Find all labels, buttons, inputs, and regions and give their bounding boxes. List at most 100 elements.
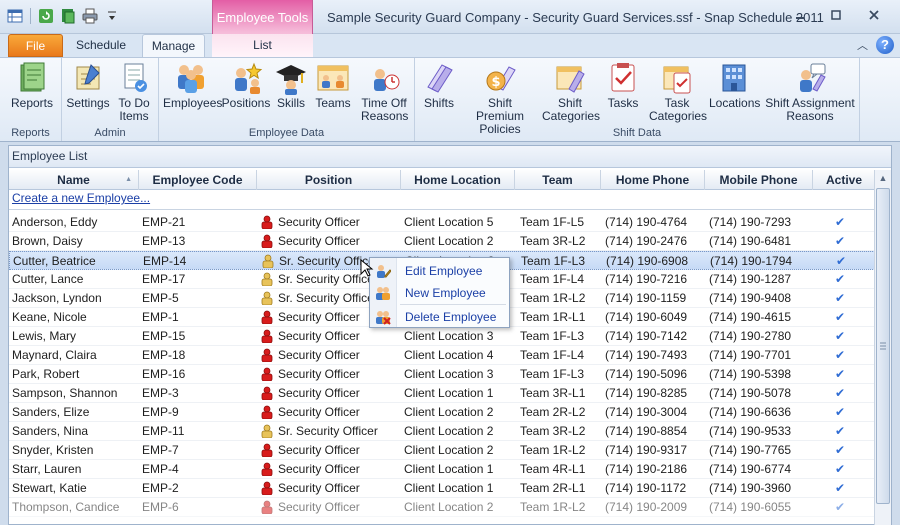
tab-list[interactable]: List [212, 34, 313, 57]
print-icon[interactable] [81, 7, 99, 25]
shift-premium-policies-button[interactable]: $ Shift Premium Policies [463, 61, 537, 136]
shift-categories-button[interactable]: Shift Categories [541, 61, 600, 123]
position-label: Security Officer [278, 481, 360, 495]
cell-home-location: Client Location 2 [404, 500, 494, 514]
column-header-name[interactable]: Name ▲ [9, 170, 139, 190]
table-row[interactable]: Stewart, Katie EMP-2 Security Officer Clien… [9, 479, 875, 498]
table-row[interactable]: Park, Robert EMP-16 Security Officer Client… [9, 365, 875, 384]
cell-name: Cutter, Beatrice [13, 254, 96, 268]
minimize-icon[interactable] [788, 6, 812, 24]
refresh-icon[interactable] [37, 7, 55, 25]
scroll-thumb[interactable] [876, 188, 890, 504]
delete-employee-icon [375, 309, 391, 325]
scroll-up-arrow-icon[interactable]: ▲ [875, 170, 891, 186]
cell-position: Security Officer [260, 460, 400, 478]
table-row[interactable]: Starr, Lauren EMP-4 Security Officer Client… [9, 460, 875, 479]
tab-schedule[interactable]: Schedule [66, 34, 136, 57]
cell-mobile-phone: (714) 190-9408 [709, 291, 792, 305]
active-check-icon: ✔ [835, 443, 846, 457]
teams-button[interactable]: Teams [311, 61, 355, 110]
cell-employee-code: EMP-17 [142, 272, 186, 286]
officer-icon [260, 348, 274, 363]
task-categories-button[interactable]: Task Categories [647, 61, 707, 123]
cell-home-phone: (714) 190-8285 [605, 386, 688, 400]
cell-home-phone: (714) 190-6908 [606, 254, 689, 268]
cell-position: Security Officer [260, 441, 400, 459]
tasks-button[interactable]: Tasks [603, 61, 643, 110]
cell-mobile-phone: (714) 190-6481 [709, 234, 792, 248]
create-new-employee-link[interactable]: Create a new Employee... [12, 191, 150, 205]
cell-name: Sanders, Nina [12, 424, 89, 438]
table-row[interactable]: Lewis, Mary EMP-15 Security Officer Client … [9, 327, 875, 346]
menu-separator [400, 304, 506, 305]
customize-qat-icon[interactable] [103, 7, 121, 25]
column-header-position[interactable]: Position [257, 170, 401, 190]
table-row[interactable]: Brown, Daisy EMP-13 Security Officer Client… [9, 232, 875, 251]
todo-items-button[interactable]: To Do Items [112, 61, 156, 123]
table-row[interactable]: Sanders, Nina EMP-11 Sr. Security Officer C… [9, 422, 875, 441]
table-row[interactable]: Sampson, Shannon EMP-3 Security Officer Cli… [9, 384, 875, 403]
settings-button-label: Settings [66, 96, 110, 110]
svg-text:$: $ [491, 75, 500, 90]
cell-team: Team 1F-L4 [520, 272, 585, 286]
menu-item-delete-employee[interactable]: Delete Employee [370, 306, 509, 328]
active-check-icon: ✔ [835, 481, 846, 495]
title-bar: Employee Tools Sample Security Guard Com… [0, 0, 900, 57]
tab-file[interactable]: File [8, 34, 63, 57]
collapse-ribbon-icon[interactable]: ︿ [857, 37, 868, 53]
menu-item-new-employee[interactable]: New Employee [370, 282, 509, 304]
cell-home-phone: (714) 190-6049 [605, 310, 688, 324]
shift-assignment-reasons-button[interactable]: Shift Assignment Reasons [763, 61, 857, 123]
cell-team: Team 1R-L2 [520, 291, 586, 305]
column-header-employee-code[interactable]: Employee Code [139, 170, 257, 190]
menu-item-edit-employee[interactable]: Edit Employee [370, 260, 509, 282]
table-row[interactable]: Maynard, Claira EMP-18 Security Officer Cli… [9, 346, 875, 365]
tab-manage[interactable]: Manage [142, 34, 205, 57]
cell-team: Team 1F-L5 [520, 215, 585, 229]
table-row[interactable]: Snyder, Kristen EMP-7 Security Officer Clie… [9, 441, 875, 460]
export-icon[interactable] [59, 7, 77, 25]
positions-button[interactable]: Positions [221, 61, 271, 110]
senior-officer-icon [260, 424, 274, 439]
column-header-team[interactable]: Team [515, 170, 601, 190]
cell-mobile-phone: (714) 190-6636 [709, 405, 792, 419]
vertical-scrollbar[interactable]: ▲ [874, 170, 891, 525]
column-header-home-location[interactable]: Home Location [401, 170, 515, 190]
close-icon[interactable] [862, 6, 886, 24]
senior-officer-icon [260, 272, 274, 287]
column-header-home-phone[interactable]: Home Phone [601, 170, 705, 190]
skills-button[interactable]: Skills [273, 61, 309, 110]
cell-position: Security Officer [260, 498, 400, 516]
employees-button[interactable]: Employees [163, 61, 222, 110]
shifts-button[interactable]: Shifts [419, 61, 459, 110]
ribbon-group-reports: Reports Reports [0, 58, 62, 141]
table-row[interactable]: Sanders, Elize EMP-9 Security Officer Clien… [9, 403, 875, 422]
cell-employee-code: EMP-5 [142, 291, 179, 305]
column-header-active[interactable]: Active [813, 170, 875, 190]
table-row[interactable]: Thompson, Candice EMP-6 Security Officer Cl… [9, 498, 875, 517]
officer-icon [260, 481, 274, 496]
cell-name: Lewis, Mary [12, 329, 77, 343]
help-icon[interactable]: ? [876, 36, 894, 54]
maximize-icon[interactable] [824, 6, 848, 24]
column-header-mobile-phone[interactable]: Mobile Phone [705, 170, 813, 190]
settings-button[interactable]: Settings [64, 61, 112, 110]
ribbon-group-employee-data: Employees Positions Skills Teams Time Of… [159, 58, 415, 141]
cell-team: Team 2R-L2 [520, 405, 586, 419]
cell-home-location: Client Location 1 [404, 462, 494, 476]
time-off-button-label: Time Off Reasons [361, 96, 409, 123]
locations-button[interactable]: Locations [709, 61, 760, 110]
active-check-icon: ✔ [835, 348, 846, 362]
cell-home-phone: (714) 190-7216 [605, 272, 688, 286]
cell-mobile-phone: (714) 190-1794 [710, 254, 793, 268]
cell-home-phone: (714) 190-2476 [605, 234, 688, 248]
cell-employee-code: EMP-1 [142, 310, 179, 324]
active-check-icon: ✔ [835, 310, 846, 324]
app-menu-icon[interactable] [6, 7, 24, 25]
cell-employee-code: EMP-21 [142, 215, 186, 229]
reports-button[interactable]: Reports [6, 61, 58, 110]
cell-employee-code: EMP-4 [142, 462, 179, 476]
time-off-reasons-button[interactable]: Time Off Reasons [357, 61, 411, 123]
table-row[interactable]: Anderson, Eddy EMP-21 Security Officer Clie… [9, 213, 875, 232]
tasks-button-label: Tasks [607, 96, 639, 110]
